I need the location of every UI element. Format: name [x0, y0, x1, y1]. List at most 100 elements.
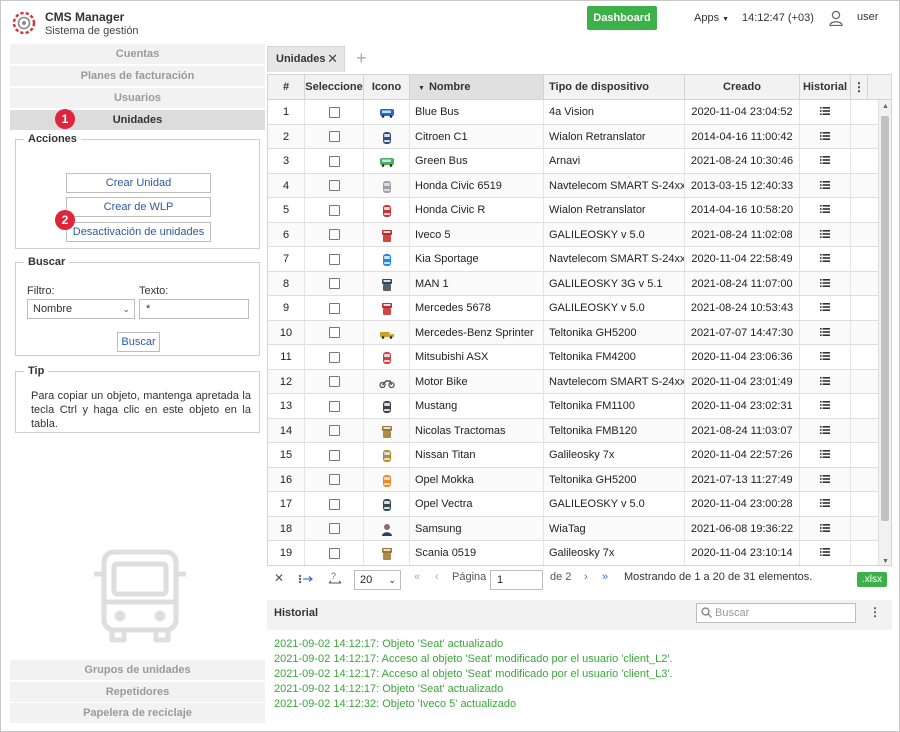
filtro-select[interactable]: Nombre ⌄	[27, 299, 135, 319]
sidebar-item-usuarios[interactable]: Usuarios	[10, 88, 265, 108]
export-xlsx-button[interactable]: .xlsx	[857, 572, 887, 587]
table-row[interactable]: 9 Mercedes 5678 GALILEOSKY v 5.0 2021-08-24…	[268, 296, 891, 321]
add-tab-icon[interactable]: +	[356, 46, 367, 70]
table-row[interactable]: 2 Citroen C1 Wialon Retranslator 2014-04-16…	[268, 124, 891, 149]
table-row[interactable]: 10 Mercedes-Benz Sprinter Teltonika GH5200…	[268, 320, 891, 345]
table-row[interactable]: 6 Iveco 5 GALILEOSKY v 5.0 2021-08-24 11:02…	[268, 222, 891, 247]
row-checkbox[interactable]	[328, 204, 340, 216]
sidebar-item-repetidores[interactable]: Repetidores	[10, 682, 265, 702]
row-name[interactable]: Samsung	[410, 516, 544, 541]
scroll-down-icon[interactable]: ▼	[882, 558, 889, 565]
row-name[interactable]: Iveco 5	[410, 222, 544, 247]
row-name[interactable]: Honda Civic R	[410, 198, 544, 222]
historial-search-input[interactable]: Buscar	[696, 603, 856, 623]
col-icono[interactable]: Icono	[364, 75, 410, 99]
close-icon[interactable]: ✕	[327, 47, 338, 71]
row-name[interactable]: Mitsubishi ASX	[410, 345, 544, 369]
row-name[interactable]: Citroen C1	[410, 124, 544, 149]
history-list-icon[interactable]	[820, 517, 830, 541]
texto-input[interactable]: *	[139, 299, 249, 319]
sidebar-item-cuentas[interactable]: Cuentas	[10, 44, 265, 64]
history-list-icon[interactable]	[820, 272, 830, 296]
col-tipo[interactable]: Tipo de dispositivo	[544, 75, 685, 99]
history-list-icon[interactable]	[820, 468, 830, 492]
history-list-icon[interactable]	[820, 149, 830, 173]
row-checkbox[interactable]	[328, 351, 340, 363]
row-name[interactable]: Mercedes 5678	[410, 296, 544, 320]
history-list-icon[interactable]	[820, 370, 830, 394]
history-list-icon[interactable]	[820, 541, 830, 565]
col-creado[interactable]: Creado	[685, 75, 800, 99]
table-row[interactable]: 8 MAN 1 GALILEOSKY 3G v 5.1 2021-08-24 11:0…	[268, 271, 891, 296]
prev-page-icon[interactable]: ‹	[435, 571, 439, 583]
desactivacion-button[interactable]: Desactivación de unidades	[66, 222, 211, 242]
table-row[interactable]: 19 Scania 0519 Galileosky 7x 2020-11-04 23:…	[268, 541, 891, 565]
user-name[interactable]: user	[857, 11, 878, 23]
row-checkbox[interactable]	[328, 106, 340, 118]
sidebar-item-grupos[interactable]: Grupos de unidades	[10, 660, 265, 680]
row-name[interactable]: Scania 0519	[410, 541, 544, 565]
table-row[interactable]: 16 Opel Mokka Teltonika GH5200 2021-07-13 1…	[268, 467, 891, 492]
row-checkbox[interactable]	[328, 180, 340, 192]
row-checkbox[interactable]	[328, 278, 340, 290]
row-name[interactable]: Kia Sportage	[410, 247, 544, 271]
history-list-icon[interactable]	[820, 419, 830, 443]
row-checkbox[interactable]	[328, 400, 340, 412]
historial-menu-icon[interactable]: ⋮	[869, 605, 881, 619]
sidebar-item-unidades[interactable]: Unidades	[10, 110, 265, 130]
row-checkbox[interactable]	[328, 253, 340, 265]
col-nombre[interactable]: ▼ Nombre	[410, 75, 544, 99]
table-row[interactable]: 11 Mitsubishi ASX Teltonika FM4200 2020-11-…	[268, 345, 891, 370]
history-list-icon[interactable]	[820, 321, 830, 345]
row-name[interactable]: Opel Vectra	[410, 492, 544, 516]
user-icon[interactable]	[829, 10, 843, 26]
history-list-icon[interactable]	[820, 198, 830, 222]
row-checkbox[interactable]	[328, 474, 340, 486]
history-list-icon[interactable]	[820, 394, 830, 418]
table-row[interactable]: 1 Blue Bus 4a Vision 2020-11-04 23:04:52	[268, 100, 891, 125]
table-row[interactable]: 3 Green Bus Arnavi 2021-08-24 10:30:46	[268, 149, 891, 174]
table-row[interactable]: 12 Motor Bike Navtelecom SMART S-24xx 2020-…	[268, 369, 891, 394]
row-checkbox[interactable]	[328, 376, 340, 388]
row-name[interactable]: Nicolas Tractomas	[410, 418, 544, 443]
table-row[interactable]: 18 Samsung WiaTag 2021-06-08 19:36:22	[268, 516, 891, 541]
row-checkbox[interactable]	[328, 229, 340, 241]
row-checkbox[interactable]	[328, 449, 340, 461]
next-page-icon[interactable]: ›	[584, 571, 588, 583]
row-checkbox[interactable]	[328, 302, 340, 314]
row-name[interactable]: Mercedes-Benz Sprinter	[410, 320, 544, 345]
sort-settings-icon[interactable]: ?	[327, 570, 343, 586]
row-checkbox[interactable]	[328, 425, 340, 437]
toggle-columns-icon[interactable]	[298, 574, 314, 584]
history-list-icon[interactable]	[820, 443, 830, 467]
dashboard-button[interactable]: Dashboard	[587, 6, 657, 30]
row-checkbox[interactable]	[328, 498, 340, 510]
scroll-up-icon[interactable]: ▲	[882, 103, 889, 110]
table-row[interactable]: 15 Nissan Titan Galileosky 7x 2020-11-04 22…	[268, 443, 891, 468]
column-menu-icon[interactable]: ⋮	[851, 75, 868, 99]
row-checkbox[interactable]	[328, 547, 340, 559]
history-list-icon[interactable]	[820, 125, 830, 149]
history-list-icon[interactable]	[820, 247, 830, 271]
row-name[interactable]: Opel Mokka	[410, 467, 544, 492]
table-row[interactable]: 5 Honda Civic R Wialon Retranslator 2014-04…	[268, 198, 891, 223]
last-page-icon[interactable]: »	[602, 571, 608, 583]
sidebar-item-papelera[interactable]: Papelera de reciclaje	[10, 703, 265, 723]
row-checkbox[interactable]	[328, 155, 340, 167]
clear-selection-icon[interactable]: ✕	[274, 571, 284, 585]
tab-unidades[interactable]: Unidades ✕	[267, 46, 345, 72]
row-name[interactable]: Blue Bus	[410, 100, 544, 124]
table-row[interactable]: 17 Opel Vectra GALILEOSKY v 5.0 2020-11-04 …	[268, 492, 891, 517]
row-name[interactable]: Mustang	[410, 394, 544, 418]
col-number[interactable]: #	[268, 75, 305, 99]
row-checkbox[interactable]	[328, 327, 340, 339]
buscar-button[interactable]: Buscar	[117, 332, 160, 352]
apps-menu[interactable]: Apps ▼	[694, 12, 729, 24]
table-row[interactable]: 14 Nicolas Tractomas Teltonika FMB120 2021-…	[268, 418, 891, 443]
history-list-icon[interactable]	[820, 345, 830, 369]
page-size-select[interactable]: 20 ⌄	[354, 570, 401, 590]
vertical-scrollbar[interactable]: ▲ ▼	[878, 100, 891, 565]
page-input[interactable]: 1	[490, 570, 543, 590]
scroll-thumb[interactable]	[881, 116, 889, 521]
history-list-icon[interactable]	[820, 296, 830, 320]
